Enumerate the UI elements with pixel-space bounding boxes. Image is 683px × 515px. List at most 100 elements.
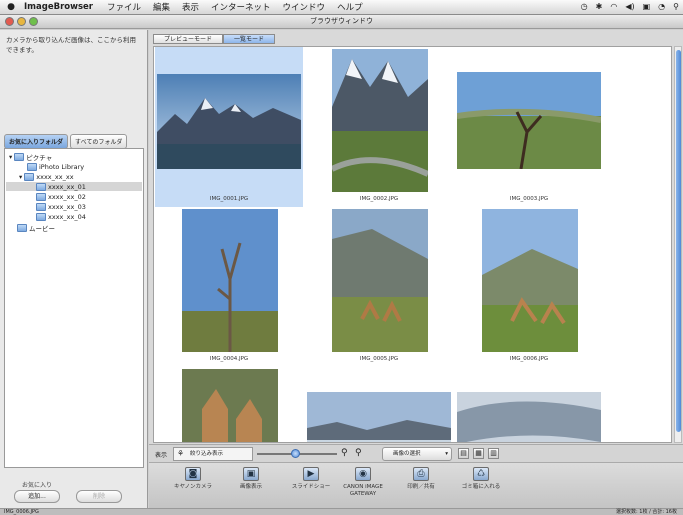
thumbnail-image [182,209,278,352]
tree-item-pictures[interactable]: ▾ ピクチャ [9,152,53,162]
slideshow-button[interactable]: ▶ スライドショー [281,467,341,491]
tab-all-folders[interactable]: すべてのフォルダ [70,134,128,149]
vertical-scrollbar[interactable] [674,46,682,443]
tree-label: xxxx_xx_03 [48,202,86,211]
trash-button[interactable]: ♺ ゴミ箱に入れる [451,467,511,491]
display-controls: 表示 ⚘ 絞り込み表示 ⚲ ⚲ 画像の選択 ▾ ▤ ▦ ▥ [149,444,683,462]
dropdown-arrow-icon: ▾ [445,451,448,457]
folder-icon [27,162,37,171]
tab-favorite-folders[interactable]: お気に入りフォルダ [4,134,69,149]
menu-file[interactable]: ファイル [101,1,147,13]
tree-item-04[interactable]: xxxx_xx_04 [36,212,86,221]
thumbnail-cell[interactable]: IMG_0005.JPG [305,207,453,367]
scrollbar-thumb[interactable] [676,50,681,432]
menu-window[interactable]: ウインドウ [277,1,332,13]
traffic-lights [5,17,38,26]
view-small-icon[interactable]: ▤ [458,448,469,459]
close-icon[interactable] [5,17,14,26]
tree-item-iphoto[interactable]: iPhoto Library [27,162,84,171]
tree-item-date-folder[interactable]: ▾ xxxx_xx_xx [19,172,74,181]
folder-icon [17,223,27,232]
folder-icon [24,172,35,181]
bluetooth-icon[interactable]: ✱ [596,2,603,11]
tree-label: xxxx_xx_xx [36,172,74,181]
thumbnail-image [157,74,301,169]
image-view-icon: ▣ [243,467,259,481]
status-icons: ◷ ✱ ◠ ◀) ▣ ◔ ⚲ [581,2,679,11]
window-titlebar: ブラウザウィンドウ [0,15,683,29]
window-title: ブラウザウィンドウ [310,17,373,25]
thumbnail-grid: IMG_0001.JPG IMG_0002.JPG IMG_0003.JPG I… [153,46,672,443]
menu-internet[interactable]: インターネット [205,1,277,13]
status-filename: IMG_0006.JPG [4,509,39,515]
tree-item-movies[interactable]: ムービー [17,223,55,233]
canon-camera-button[interactable]: ◙ キヤノンカメラ [163,467,223,491]
thumbnail-cell[interactable]: IMG_0006.JPG [455,207,603,367]
select-images-dropdown[interactable]: 画像の選択 ▾ [382,447,452,461]
left-pane: カメラから取り込んだ画像は、ここから利用できます。 お気に入りフォルダ すべての… [0,30,148,508]
favorites-label: お気に入り [22,482,53,489]
menu-view[interactable]: 表示 [176,1,205,13]
tool-label: スライドショー [291,484,331,490]
menu-edit[interactable]: 編集 [147,1,176,13]
disclosure-triangle-icon[interactable]: ▾ [19,173,22,181]
filter-icon: ⚘ [177,449,185,458]
menu-app-name[interactable]: ImageBrowser [22,2,101,12]
folder-icon [36,212,46,221]
thumbnail-cell[interactable] [305,367,453,442]
tree-label: iPhoto Library [39,162,85,171]
menu-help[interactable]: ヘルプ [331,1,369,13]
thumbnail-cell[interactable] [155,367,303,442]
tree-item-03[interactable]: xxxx_xx_03 [36,202,86,211]
image-view-button[interactable]: ▣ 画像表示 [221,467,281,491]
gateway-icon: ◉ [355,467,371,481]
camera-icon: ◙ [185,467,201,481]
thumbnail-image [182,369,278,442]
bottom-toolbar: ◙ キヤノンカメラ ▣ 画像表示 ▶ スライドショー ◉ CANON iMAGE… [149,462,683,508]
print-share-button[interactable]: ⎙ 印刷／共有 [391,467,451,491]
thumbnail-cell[interactable]: IMG_0004.JPG [155,207,303,367]
time-machine-icon[interactable]: ◔ [658,2,665,11]
status-bar: IMG_0006.JPG 選択枚数: 1枚 / 合計: 16枚 [0,508,683,515]
print-icon: ⎙ [413,467,429,481]
tool-label: 印刷／共有 [407,484,435,490]
content-area: プレビューモード 一覧モード IMG_0001.JPG IMG_0002.JPG [149,30,683,444]
tree-item-02[interactable]: xxxx_xx_02 [36,192,86,201]
tab-preview-mode[interactable]: プレビューモード [153,34,224,44]
spotlight-icon[interactable]: ⚲ [673,2,679,11]
tree-item-01[interactable]: xxxx_xx_01 [6,182,142,191]
add-favorite-button[interactable]: 追加... [14,490,60,503]
tree-label: ピクチャ [26,153,53,162]
thumbnail-image [457,72,601,169]
thumbnail-cell[interactable] [455,367,603,442]
slider-knob[interactable] [291,449,300,458]
thumbnail-caption: IMG_0006.JPG [509,356,549,362]
tree-label: xxxx_xx_02 [48,192,86,201]
volume-icon[interactable]: ◀) [625,2,634,11]
filter-label: 絞り込み表示 [190,451,224,457]
minimize-icon[interactable] [17,17,26,26]
view-medium-icon[interactable]: ▦ [473,448,484,459]
folder-icon [36,182,46,191]
thumbnail-cell[interactable]: IMG_0003.JPG [455,47,603,207]
thumbnail-caption: IMG_0003.JPG [509,196,549,202]
tool-label: キヤノンカメラ [173,484,213,490]
apple-icon[interactable]: ● [0,2,22,12]
view-large-icon[interactable]: ▥ [488,448,499,459]
select-label: 画像の選択 [393,451,421,457]
thumbnail-cell[interactable]: IMG_0002.JPG [305,47,453,207]
thumbnail-caption: IMG_0004.JPG [209,356,249,362]
disclosure-triangle-icon[interactable]: ▾ [9,153,12,161]
display-label: 表示 [155,452,168,459]
filter-display-button[interactable]: ⚘ 絞り込み表示 [173,447,253,461]
delete-favorite-button[interactable]: 削除 [76,490,122,503]
tab-list-mode[interactable]: 一覧モード [223,34,276,44]
zoom-in-icon[interactable]: ⚲ [355,448,362,458]
canon-image-gateway-button[interactable]: ◉ CANON iMAGE GATEWAY [333,467,393,498]
wifi-icon[interactable]: ◠ [610,2,617,11]
keyboard-icon[interactable]: ▣ [643,2,651,11]
zoom-icon[interactable] [29,17,38,26]
zoom-out-icon[interactable]: ⚲ [341,448,348,458]
clock-icon[interactable]: ◷ [581,2,588,11]
thumbnail-cell[interactable]: IMG_0001.JPG [155,47,303,207]
